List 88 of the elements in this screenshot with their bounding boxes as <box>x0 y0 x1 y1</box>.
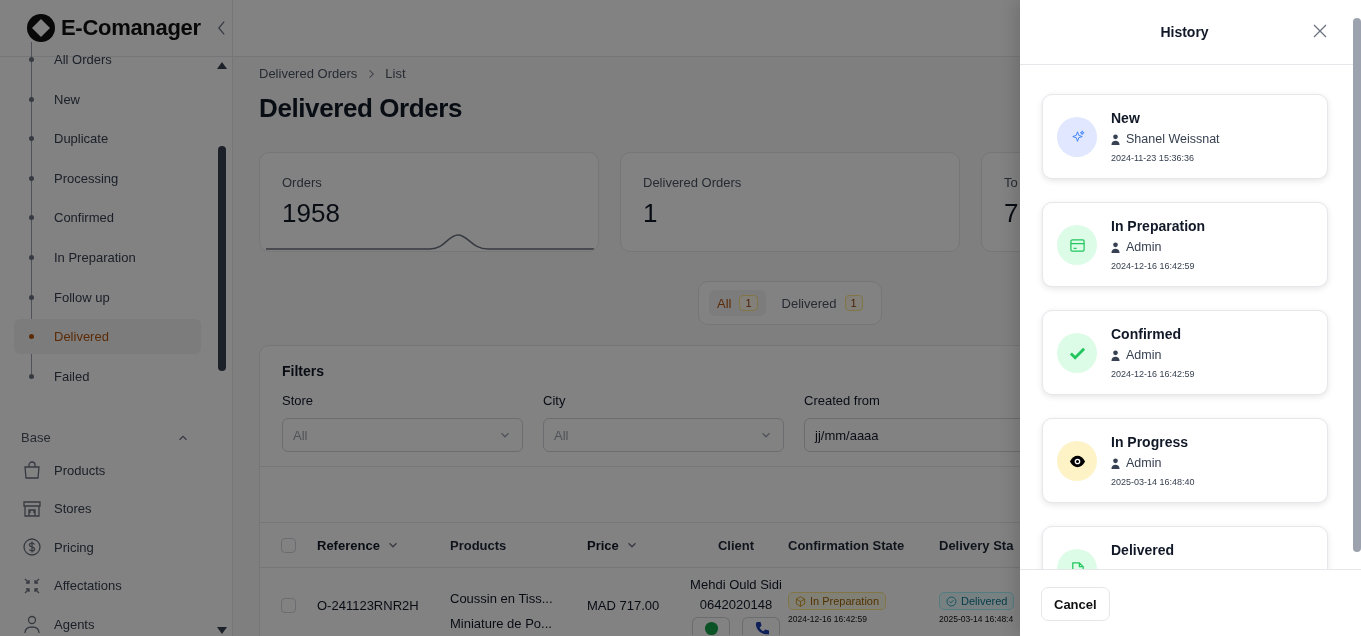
check-circle-icon <box>946 595 957 607</box>
sidebar-item[interactable]: Affectations <box>0 566 232 606</box>
product-name: Miniature de Po... <box>450 615 553 633</box>
column-header[interactable]: Price <box>587 537 684 553</box>
shopping-bag-icon <box>22 460 42 481</box>
product-name: Coussin en Tiss... <box>450 590 554 608</box>
column-header: Delivery Sta <box>939 537 1015 553</box>
history-status: In Progress <box>1111 434 1190 450</box>
scrollbar-thumb[interactable] <box>218 146 226 371</box>
sidebar-item[interactable]: Stores <box>0 489 232 528</box>
sidebar-item[interactable]: Delivered <box>14 319 201 355</box>
column-header: Confirmation State <box>788 537 906 553</box>
history-user: Admin <box>1126 456 1162 470</box>
history-status: Delivered <box>1111 542 1175 558</box>
status-badge: In Preparation <box>788 592 887 610</box>
date-field[interactable]: jj/mm/aaaa <box>804 418 1020 452</box>
close-button[interactable] <box>1313 24 1327 38</box>
status-badge: Delivered <box>939 592 1015 610</box>
person-icon <box>22 614 42 635</box>
section-title: Base <box>21 430 51 446</box>
column-header: Products <box>450 537 508 553</box>
stat-value: 1958 <box>282 198 341 229</box>
client-phone: 0642020148 <box>699 596 773 614</box>
history-user: Shanel Weissnat <box>1126 132 1220 146</box>
app-logo-text: E-Comanager <box>61 15 201 41</box>
user-icon <box>1111 241 1120 253</box>
status-tab[interactable]: All 1 <box>709 290 766 316</box>
dollar-icon <box>22 537 42 558</box>
breadcrumb-link[interactable]: List <box>385 66 406 81</box>
history-time: 2024-12-16 16:42:59 <box>1111 261 1196 271</box>
user-icon <box>1111 133 1120 145</box>
filters-title: Filters <box>281 362 325 379</box>
sidebar-item[interactable]: Processing <box>14 160 201 196</box>
close-icon <box>1313 24 1327 38</box>
chevron-right-icon <box>367 67 376 80</box>
sidebar-item[interactable]: Pricing <box>0 527 232 567</box>
sidebar-item[interactable]: Duplicate <box>14 121 201 157</box>
count-badge: 1 <box>739 295 758 311</box>
box-icon <box>795 595 806 607</box>
status-date: 2025-03-14 16:48:4 <box>939 614 1015 624</box>
stat-label: To <box>1004 175 1019 190</box>
breadcrumb-link[interactable]: Delivered Orders <box>259 66 358 81</box>
history-status: In Preparation <box>1111 218 1206 234</box>
user-icon <box>1111 349 1120 361</box>
drawer-title: History <box>1160 24 1209 40</box>
sidebar-item[interactable]: Failed <box>14 358 201 394</box>
chevron-left-icon <box>216 20 226 36</box>
history-user: Admin <box>1126 348 1162 362</box>
column-header[interactable]: Reference <box>317 537 450 553</box>
stat-label: Delivered Orders <box>643 175 743 190</box>
sidebar-item[interactable]: Products <box>0 450 232 490</box>
field-label: City <box>543 393 567 408</box>
sidebar-item[interactable]: All Orders <box>14 42 201 77</box>
collapse-sidebar-button[interactable] <box>216 20 226 36</box>
history-time: 2024-11-23 15:36:36 <box>1111 153 1195 163</box>
history-time: 2024-12-16 16:42:59 <box>1111 369 1195 379</box>
history-status: New <box>1111 110 1141 126</box>
stat-value: 1 <box>643 198 659 229</box>
page-title: Delivered Orders <box>259 92 464 124</box>
select-all-checkbox[interactable] <box>281 537 296 553</box>
field-label: Created from <box>804 393 881 408</box>
user-icon <box>1111 457 1120 469</box>
sidebar-item[interactable]: Agents <box>0 605 232 636</box>
reference-cell-text: O-241123RNR2H <box>317 598 420 613</box>
scrollbar-thumb[interactable] <box>1353 18 1361 552</box>
history-status: Confirmed <box>1111 326 1182 342</box>
status-tab[interactable]: Delivered 1 <box>773 290 871 316</box>
sidebar-item[interactable]: New <box>14 81 201 117</box>
archive-box-icon <box>1068 236 1086 254</box>
stat-label: Orders <box>282 175 323 190</box>
history-time: 2025-03-14 16:48:40 <box>1111 477 1195 487</box>
storefront-icon <box>22 498 42 519</box>
call-button[interactable] <box>742 617 780 635</box>
logo-icon <box>27 14 55 42</box>
status-date: 2024-12-16 16:42:59 <box>788 614 868 624</box>
cancel-button[interactable]: Cancel <box>1041 587 1110 621</box>
client-name: Mehdi Ould Sidi <box>690 576 782 594</box>
sidebar-item[interactable]: In Preparation <box>14 239 201 275</box>
sidebar-item[interactable]: Follow up <box>14 279 201 315</box>
count-badge: 1 <box>844 295 863 311</box>
phone-icon <box>753 621 769 636</box>
history-user: Admin <box>1126 240 1162 254</box>
whatsapp-button[interactable] <box>692 617 730 635</box>
field-label: Store <box>282 393 315 408</box>
price-cell-text: MAD 717.00 <box>587 598 661 613</box>
sidebar-item[interactable]: Confirmed <box>14 200 201 236</box>
row-checkbox[interactable] <box>281 598 296 613</box>
stat-value: 7 <box>1004 198 1020 229</box>
